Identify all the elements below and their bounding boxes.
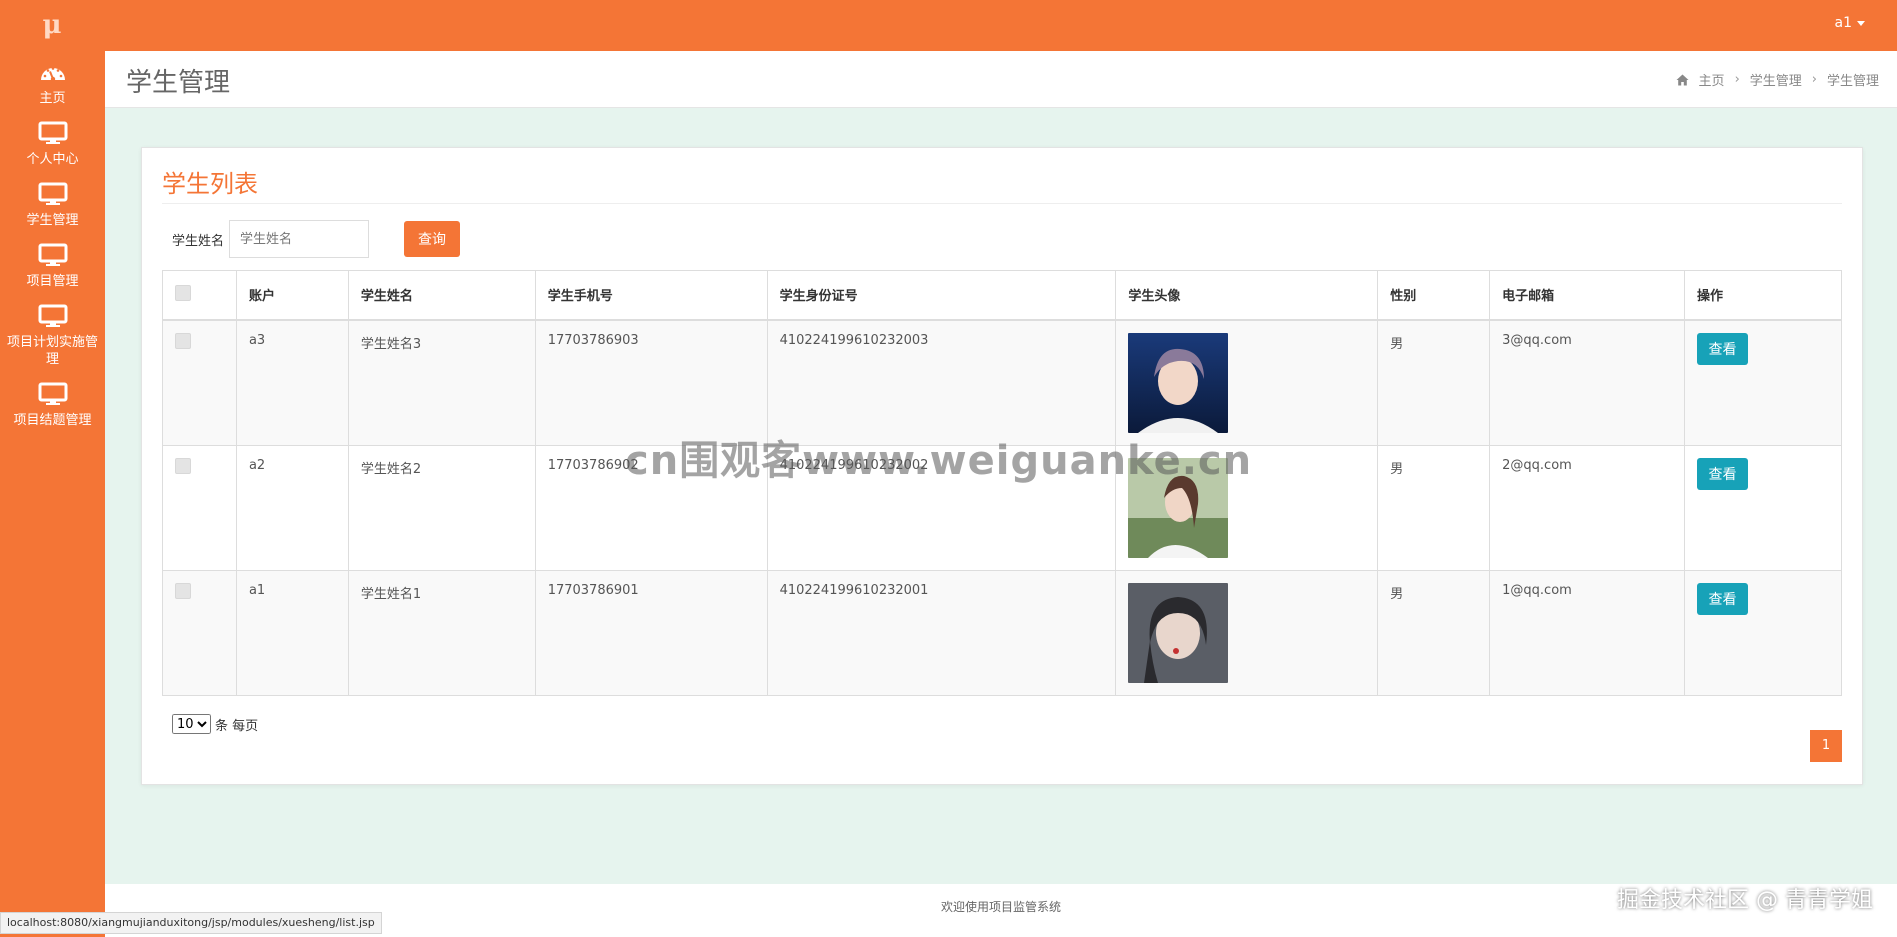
- top-bar: μ a1: [0, 0, 1897, 51]
- name-cell: 学生姓名1: [347, 569, 536, 696]
- phone-cell: 17703786903: [534, 319, 768, 446]
- email-cell: 1@qq.com: [1489, 569, 1686, 696]
- avatar-cell: [1115, 319, 1379, 446]
- sidebar-item-label: 项目管理: [26, 274, 79, 289]
- search-form: 学生姓名 查询: [172, 220, 461, 258]
- breadcrumb-item[interactable]: 学生管理: [1750, 70, 1802, 89]
- breadcrumb-home[interactable]: 主页: [1699, 70, 1725, 89]
- sidebar-item-projects[interactable]: 项目管理: [0, 243, 105, 290]
- breadcrumb: 主页 › 学生管理 › 学生管理: [1676, 70, 1879, 89]
- column-header: 账户: [235, 270, 349, 321]
- table-header-row: 账户 学生姓名 学生手机号 学生身份证号 学生头像 性别 电子邮箱 操作: [162, 270, 1842, 321]
- monitor-icon: [38, 382, 67, 405]
- divider: [162, 203, 1842, 204]
- email-cell: 3@qq.com: [1489, 319, 1686, 446]
- page-title: 学生管理: [126, 68, 231, 98]
- sidebar-item-profile[interactable]: 个人中心: [0, 121, 105, 168]
- page-size-control: 10 条 每页: [172, 714, 258, 734]
- row-checkbox[interactable]: [175, 582, 191, 599]
- name-cell: 学生姓名2: [347, 444, 536, 571]
- email-cell: 2@qq.com: [1489, 444, 1686, 571]
- page-size-label: 条 每页: [215, 718, 259, 734]
- sidebar-item-label: 主页: [39, 91, 66, 106]
- column-header: 学生姓名: [347, 270, 536, 321]
- content-area: 学生列表 学生姓名 查询 账户 学生姓名 学生手机号 学生身份证号 学生头像 性: [105, 108, 1897, 884]
- view-button[interactable]: 查看: [1697, 582, 1749, 615]
- view-button[interactable]: 查看: [1697, 457, 1749, 490]
- watermark-corner: 掘金技术社区 @ 青青学姐: [1617, 888, 1873, 913]
- sidebar-item-project-plans[interactable]: 项目计划实施管理: [0, 304, 105, 368]
- row-checkbox[interactable]: [175, 457, 191, 474]
- search-label: 学生姓名: [172, 233, 225, 249]
- table-row: a3 学生姓名3 17703786903 410224199610232003: [162, 319, 1842, 446]
- page-size-select[interactable]: 10: [172, 714, 211, 734]
- student-name-input[interactable]: [229, 220, 370, 258]
- sidebar-item-label: 个人中心: [26, 152, 79, 167]
- browser-status-url: localhost:8080/xiangmujianduxitong/jsp/m…: [0, 912, 382, 934]
- header-select-all: [162, 270, 237, 321]
- sidebar-item-home[interactable]: 主页: [0, 60, 105, 107]
- column-header: 性别: [1377, 270, 1491, 321]
- page-button-current[interactable]: 1: [1810, 730, 1842, 762]
- row-select-cell: [162, 444, 237, 571]
- monitor-icon: [38, 182, 67, 205]
- action-cell: 查看: [1684, 444, 1842, 571]
- breadcrumb-current: 学生管理: [1826, 74, 1879, 89]
- user-menu[interactable]: a1: [1834, 15, 1865, 31]
- chevron-right-icon: ›: [1734, 72, 1740, 87]
- action-cell: 查看: [1684, 569, 1842, 696]
- sidebar-item-students[interactable]: 学生管理: [0, 182, 105, 229]
- row-select-cell: [162, 569, 237, 696]
- phone-cell: 17703786901: [534, 569, 768, 696]
- gender-cell: 男: [1377, 319, 1491, 446]
- panel-title: 学生列表: [162, 170, 258, 198]
- id-number-cell: 410224199610232001: [766, 569, 1117, 696]
- page-header: 学生管理 主页 › 学生管理 › 学生管理: [105, 51, 1897, 108]
- column-header: 电子邮箱: [1489, 270, 1686, 321]
- sidebar-item-project-closure[interactable]: 项目结题管理: [0, 382, 105, 429]
- dashboard-icon: [40, 67, 65, 82]
- name-cell: 学生姓名3: [347, 319, 536, 446]
- username: a1: [1834, 15, 1853, 31]
- account-cell: a2: [235, 444, 349, 571]
- sidebar-item-label: 项目计划实施管理: [6, 335, 98, 367]
- action-cell: 查看: [1684, 319, 1842, 446]
- chevron-right-icon: ›: [1811, 72, 1817, 87]
- column-header: 学生身份证号: [766, 270, 1117, 321]
- student-avatar: [1128, 582, 1229, 683]
- sidebar-menu: 主页 个人中心 学生管理 项目管理 项目计划实施管理 项目结题管理: [0, 60, 105, 443]
- account-cell: a1: [235, 569, 349, 696]
- search-button[interactable]: 查询: [404, 221, 461, 257]
- watermark-center: cn围观客www.weiguanke.cn: [625, 438, 1253, 484]
- app-logo: μ: [42, 10, 62, 40]
- row-checkbox[interactable]: [175, 332, 191, 349]
- avatar-cell: [1115, 569, 1379, 696]
- table-row: a1 学生姓名1 17703786901 410224199610232001: [162, 569, 1842, 696]
- gender-cell: 男: [1377, 569, 1491, 696]
- sidebar: 主页 个人中心 学生管理 项目管理 项目计划实施管理 项目结题管理: [0, 0, 105, 937]
- caret-down-icon: [1857, 20, 1865, 26]
- column-header: 学生手机号: [534, 270, 768, 321]
- account-cell: a3: [235, 319, 349, 446]
- column-header: 学生头像: [1115, 270, 1379, 321]
- student-avatar: [1128, 332, 1229, 433]
- sidebar-item-label: 项目结题管理: [13, 413, 92, 428]
- view-button[interactable]: 查看: [1697, 332, 1749, 365]
- gender-cell: 男: [1377, 444, 1491, 571]
- row-select-cell: [162, 319, 237, 446]
- monitor-icon: [38, 304, 67, 327]
- monitor-icon: [38, 121, 67, 144]
- home-icon: [1676, 74, 1689, 85]
- column-header: 操作: [1684, 270, 1842, 321]
- select-all-checkbox[interactable]: [175, 284, 191, 301]
- sidebar-item-label: 学生管理: [26, 213, 79, 228]
- monitor-icon: [38, 243, 67, 266]
- id-number-cell: 410224199610232003: [766, 319, 1117, 446]
